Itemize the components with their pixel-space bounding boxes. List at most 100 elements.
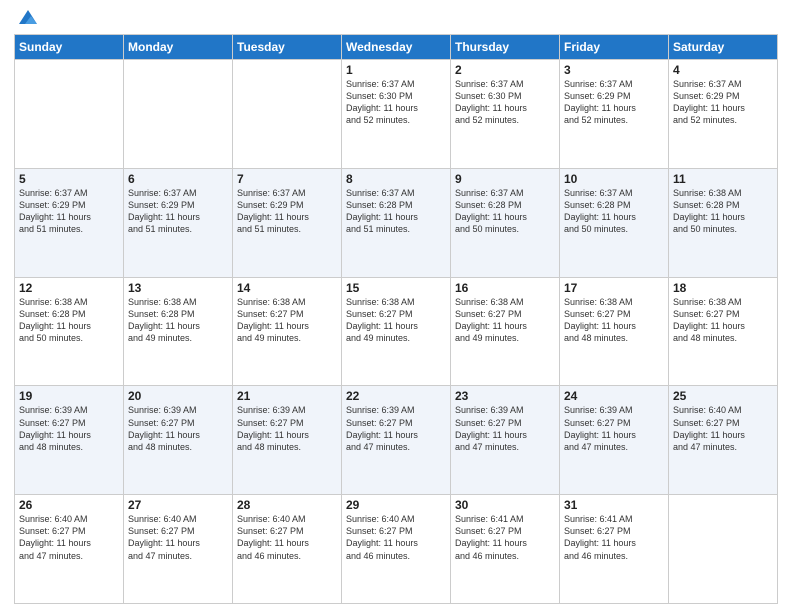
day-info: Sunrise: 6:40 AMSunset: 6:27 PMDaylight:… [346,513,446,562]
day-cell: 29Sunrise: 6:40 AMSunset: 6:27 PMDayligh… [342,495,451,604]
day-cell: 21Sunrise: 6:39 AMSunset: 6:27 PMDayligh… [233,386,342,495]
day-number: 14 [237,281,337,295]
day-number: 18 [673,281,773,295]
day-cell [233,60,342,169]
day-number: 22 [346,389,446,403]
day-info: Sunrise: 6:37 AMSunset: 6:29 PMDaylight:… [564,78,664,127]
day-number: 11 [673,172,773,186]
day-info: Sunrise: 6:37 AMSunset: 6:28 PMDaylight:… [455,187,555,236]
weekday-wednesday: Wednesday [342,35,451,60]
day-cell [669,495,778,604]
day-cell: 18Sunrise: 6:38 AMSunset: 6:27 PMDayligh… [669,277,778,386]
day-info: Sunrise: 6:40 AMSunset: 6:27 PMDaylight:… [128,513,228,562]
day-number: 1 [346,63,446,77]
day-info: Sunrise: 6:38 AMSunset: 6:28 PMDaylight:… [19,296,119,345]
weekday-sunday: Sunday [15,35,124,60]
day-number: 9 [455,172,555,186]
day-cell: 3Sunrise: 6:37 AMSunset: 6:29 PMDaylight… [560,60,669,169]
day-cell: 10Sunrise: 6:37 AMSunset: 6:28 PMDayligh… [560,168,669,277]
day-info: Sunrise: 6:39 AMSunset: 6:27 PMDaylight:… [128,404,228,453]
day-number: 23 [455,389,555,403]
calendar: SundayMondayTuesdayWednesdayThursdayFrid… [14,34,778,604]
day-number: 28 [237,498,337,512]
day-cell: 11Sunrise: 6:38 AMSunset: 6:28 PMDayligh… [669,168,778,277]
day-cell: 9Sunrise: 6:37 AMSunset: 6:28 PMDaylight… [451,168,560,277]
day-cell: 4Sunrise: 6:37 AMSunset: 6:29 PMDaylight… [669,60,778,169]
day-number: 13 [128,281,228,295]
day-number: 21 [237,389,337,403]
day-number: 5 [19,172,119,186]
day-number: 6 [128,172,228,186]
day-number: 12 [19,281,119,295]
day-info: Sunrise: 6:39 AMSunset: 6:27 PMDaylight:… [19,404,119,453]
day-cell: 23Sunrise: 6:39 AMSunset: 6:27 PMDayligh… [451,386,560,495]
day-info: Sunrise: 6:37 AMSunset: 6:30 PMDaylight:… [455,78,555,127]
day-cell: 2Sunrise: 6:37 AMSunset: 6:30 PMDaylight… [451,60,560,169]
day-cell: 19Sunrise: 6:39 AMSunset: 6:27 PMDayligh… [15,386,124,495]
header [14,10,778,28]
logo-icon [17,6,39,28]
day-number: 25 [673,389,773,403]
day-number: 17 [564,281,664,295]
day-number: 4 [673,63,773,77]
day-cell: 31Sunrise: 6:41 AMSunset: 6:27 PMDayligh… [560,495,669,604]
day-info: Sunrise: 6:41 AMSunset: 6:27 PMDaylight:… [564,513,664,562]
day-number: 15 [346,281,446,295]
day-cell: 6Sunrise: 6:37 AMSunset: 6:29 PMDaylight… [124,168,233,277]
day-info: Sunrise: 6:41 AMSunset: 6:27 PMDaylight:… [455,513,555,562]
day-info: Sunrise: 6:40 AMSunset: 6:27 PMDaylight:… [237,513,337,562]
day-cell: 27Sunrise: 6:40 AMSunset: 6:27 PMDayligh… [124,495,233,604]
day-info: Sunrise: 6:39 AMSunset: 6:27 PMDaylight:… [237,404,337,453]
day-cell: 15Sunrise: 6:38 AMSunset: 6:27 PMDayligh… [342,277,451,386]
day-info: Sunrise: 6:37 AMSunset: 6:29 PMDaylight:… [19,187,119,236]
day-cell: 1Sunrise: 6:37 AMSunset: 6:30 PMDaylight… [342,60,451,169]
day-info: Sunrise: 6:40 AMSunset: 6:27 PMDaylight:… [19,513,119,562]
day-cell: 24Sunrise: 6:39 AMSunset: 6:27 PMDayligh… [560,386,669,495]
day-cell: 12Sunrise: 6:38 AMSunset: 6:28 PMDayligh… [15,277,124,386]
day-cell: 7Sunrise: 6:37 AMSunset: 6:29 PMDaylight… [233,168,342,277]
day-info: Sunrise: 6:37 AMSunset: 6:30 PMDaylight:… [346,78,446,127]
day-number: 26 [19,498,119,512]
day-cell [124,60,233,169]
day-number: 29 [346,498,446,512]
day-number: 3 [564,63,664,77]
day-number: 31 [564,498,664,512]
week-row-3: 12Sunrise: 6:38 AMSunset: 6:28 PMDayligh… [15,277,778,386]
day-cell: 30Sunrise: 6:41 AMSunset: 6:27 PMDayligh… [451,495,560,604]
day-info: Sunrise: 6:37 AMSunset: 6:29 PMDaylight:… [237,187,337,236]
day-info: Sunrise: 6:39 AMSunset: 6:27 PMDaylight:… [346,404,446,453]
day-info: Sunrise: 6:38 AMSunset: 6:27 PMDaylight:… [237,296,337,345]
day-cell: 25Sunrise: 6:40 AMSunset: 6:27 PMDayligh… [669,386,778,495]
week-row-2: 5Sunrise: 6:37 AMSunset: 6:29 PMDaylight… [15,168,778,277]
day-number: 20 [128,389,228,403]
day-number: 10 [564,172,664,186]
day-number: 24 [564,389,664,403]
weekday-friday: Friday [560,35,669,60]
day-info: Sunrise: 6:37 AMSunset: 6:28 PMDaylight:… [564,187,664,236]
day-cell: 22Sunrise: 6:39 AMSunset: 6:27 PMDayligh… [342,386,451,495]
day-info: Sunrise: 6:39 AMSunset: 6:27 PMDaylight:… [564,404,664,453]
day-number: 16 [455,281,555,295]
logo [14,10,39,28]
day-cell: 14Sunrise: 6:38 AMSunset: 6:27 PMDayligh… [233,277,342,386]
day-number: 8 [346,172,446,186]
week-row-5: 26Sunrise: 6:40 AMSunset: 6:27 PMDayligh… [15,495,778,604]
day-info: Sunrise: 6:37 AMSunset: 6:28 PMDaylight:… [346,187,446,236]
day-info: Sunrise: 6:37 AMSunset: 6:29 PMDaylight:… [128,187,228,236]
day-number: 27 [128,498,228,512]
day-cell: 16Sunrise: 6:38 AMSunset: 6:27 PMDayligh… [451,277,560,386]
day-cell: 5Sunrise: 6:37 AMSunset: 6:29 PMDaylight… [15,168,124,277]
day-cell [15,60,124,169]
day-cell: 17Sunrise: 6:38 AMSunset: 6:27 PMDayligh… [560,277,669,386]
day-info: Sunrise: 6:38 AMSunset: 6:28 PMDaylight:… [673,187,773,236]
day-info: Sunrise: 6:38 AMSunset: 6:27 PMDaylight:… [455,296,555,345]
day-info: Sunrise: 6:40 AMSunset: 6:27 PMDaylight:… [673,404,773,453]
day-number: 7 [237,172,337,186]
day-cell: 20Sunrise: 6:39 AMSunset: 6:27 PMDayligh… [124,386,233,495]
day-info: Sunrise: 6:37 AMSunset: 6:29 PMDaylight:… [673,78,773,127]
day-number: 30 [455,498,555,512]
day-cell: 13Sunrise: 6:38 AMSunset: 6:28 PMDayligh… [124,277,233,386]
day-info: Sunrise: 6:38 AMSunset: 6:27 PMDaylight:… [673,296,773,345]
weekday-monday: Monday [124,35,233,60]
day-info: Sunrise: 6:39 AMSunset: 6:27 PMDaylight:… [455,404,555,453]
